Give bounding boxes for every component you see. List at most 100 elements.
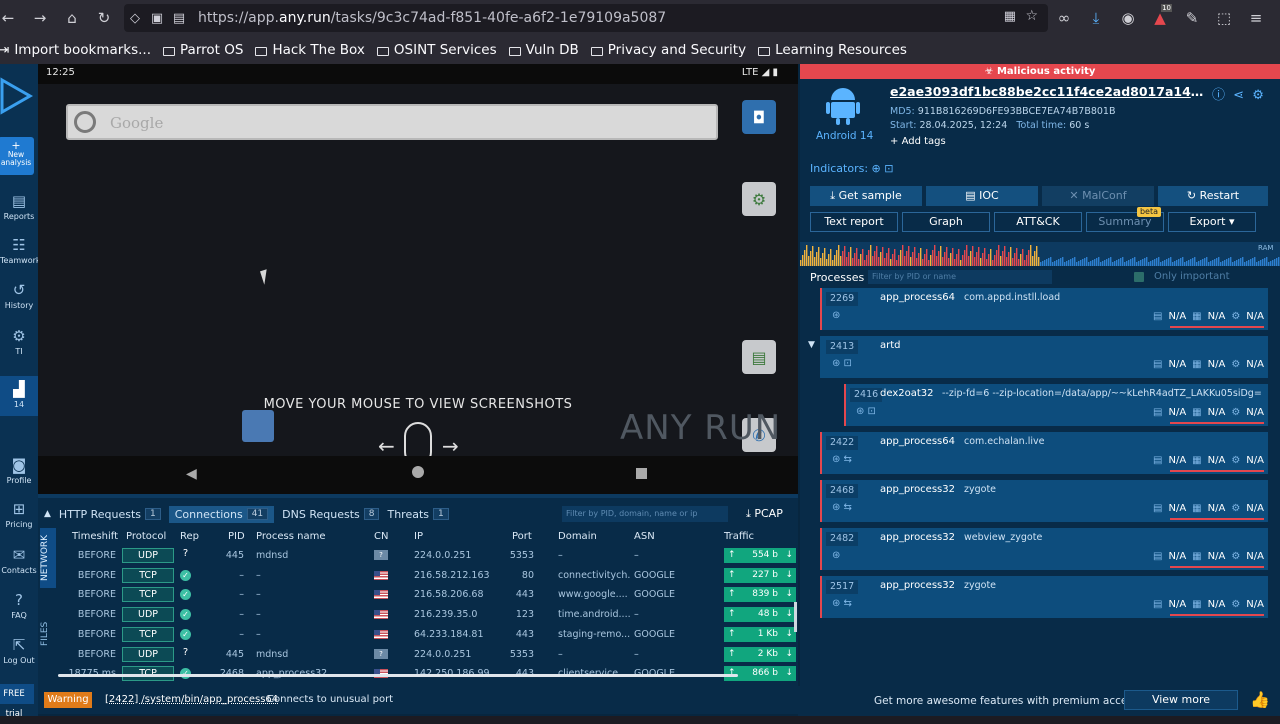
indicator-icon[interactable]: ⊕ — [872, 162, 881, 175]
process-item[interactable]: 2482 app_process32 webview_zygote ⊛ ▤ N/A ▦ N/A… — [820, 528, 1268, 570]
collapse-icon[interactable]: ▲ — [44, 509, 51, 519]
sidebar-item-profile[interactable]: ◙ Profile — [0, 456, 38, 485]
warning-process-path[interactable]: [2422] /system/bin/app_process64 — [105, 694, 278, 705]
table-row[interactable]: BEFORE TCP ✓ – – 64.233.184.81 443 staging-remo… — [58, 625, 798, 644]
nav-back-icon[interactable]: ◀ — [186, 466, 197, 482]
only-important-checkbox[interactable] — [1134, 272, 1144, 282]
bookmark-folder[interactable]: Parrot OS — [163, 42, 243, 58]
mask-icon[interactable]: ∞ — [1050, 6, 1078, 30]
process-item[interactable]: 2269 app_process64 com.appd.instll.load ⊛ ▤ N… — [820, 288, 1268, 330]
expand-triangle-icon[interactable]: ▼ — [808, 340, 815, 350]
bookmark-star-icon[interactable]: ☆ — [1025, 8, 1038, 24]
col-protocol[interactable]: Protocol — [126, 531, 166, 542]
device-screen[interactable]: 12:25 LTE ◢ ▮ Google ◘ ⚙ ▤ ✆ ANY RUN MOV… — [38, 64, 798, 494]
table-row[interactable]: BEFORE TCP ✓ – – 216.58.206.68 443 www.google..… — [58, 585, 798, 604]
table-row[interactable]: BEFORE UDP? 445 mdnsd? 224.0.0.251 5353 – – ↑ 554… — [58, 546, 798, 565]
col-traffic[interactable]: Traffic — [724, 531, 754, 542]
col-asn[interactable]: ASN — [634, 531, 655, 542]
gallery-icon[interactable] — [242, 410, 274, 442]
text-report-button[interactable]: Text report — [810, 212, 898, 232]
share-icon[interactable]: ⋖ — [1233, 88, 1244, 103]
anyrun-logo[interactable] — [0, 76, 34, 116]
url-bar[interactable]: ◇ ▣ ▤ https://app.any.run/tasks/9c3c74ad… — [124, 4, 1048, 32]
side-tab-network[interactable]: NETWORK — [40, 528, 56, 588]
col-port[interactable]: Port — [512, 531, 532, 542]
process-item[interactable]: 2468 app_process32 zygote ⊛ ⇆ ▤ N/A ▦ N/A ⚙ N/A — [820, 480, 1268, 522]
sidebar-item-android[interactable]: ▟ 14 — [0, 376, 38, 416]
free-trial-button[interactable]: FREE trial — [0, 684, 34, 719]
col-timeshift[interactable]: Timeshift — [72, 531, 118, 542]
sidebar-item-teamwork[interactable]: ☷ Teamwork — [0, 236, 41, 265]
timeline-bar[interactable] — [38, 494, 798, 498]
processes-filter-input[interactable]: Filter by PID or name — [868, 270, 1052, 284]
col-pid[interactable]: PID — [228, 531, 245, 542]
restart-button[interactable]: ↻ Restart — [1158, 186, 1268, 206]
table-row[interactable]: BEFORE UDP ✓ – –216.239.35.0 123 time.android.… — [58, 605, 798, 624]
sidebar-item-logout[interactable]: ⇱ Log Out — [0, 636, 38, 665]
shield-icon[interactable]: ◇ — [124, 11, 146, 26]
tab-threats[interactable]: Threats 1 — [387, 508, 449, 521]
table-row[interactable]: BEFORE UDP? 445 mdnsd? 224.0.0.251 5353 – – ↑ 2 K… — [58, 645, 798, 664]
add-tags-button[interactable]: + Add tags — [890, 136, 946, 147]
prev-screenshot-icon[interactable]: ← — [378, 434, 395, 458]
bookmark-folder[interactable]: Hack The Box — [255, 42, 365, 58]
table-scrollbar[interactable] — [794, 602, 797, 632]
bookmark-folder[interactable]: Learning Resources — [758, 42, 907, 58]
menu-icon[interactable]: ≡ — [1242, 6, 1270, 30]
graph-button[interactable]: Graph — [902, 212, 990, 232]
new-analysis-button[interactable]: + New analysis — [0, 137, 34, 175]
tab-connections[interactable]: Connections 41 — [168, 505, 275, 523]
reload-icon[interactable]: ↻ — [88, 4, 120, 32]
bookmark-import[interactable]: ⇥ Import bookmarks... — [0, 42, 151, 58]
download-icon[interactable]: ⤓ — [1082, 6, 1110, 30]
settings-icon[interactable]: ⚙ — [1252, 88, 1264, 103]
get-sample-button[interactable]: ⤓ Get sample — [810, 186, 922, 206]
col-process-name[interactable]: Process name — [256, 531, 325, 542]
malconf-button[interactable]: ✕ MalConf — [1042, 186, 1154, 206]
sidebar-item-ti[interactable]: ⚙ TI — [0, 327, 38, 356]
android-app-icon[interactable]: ⚙ — [742, 182, 776, 216]
sidebar-item-history[interactable]: ↺ History — [0, 281, 38, 310]
store-icon[interactable]: ▤ — [742, 340, 776, 374]
back-icon[interactable]: ← — [0, 4, 24, 32]
sidebar-item-faq[interactable]: ? FAQ — [0, 591, 38, 620]
activity-graph[interactable] — [800, 242, 1280, 266]
process-item[interactable]: 2422 app_process64 com.echalan.live ⊛ ⇆ ▤ N/A… — [820, 432, 1268, 474]
connections-filter-input[interactable]: Filter by PID, domain, name or ip — [562, 506, 728, 522]
col-cn[interactable]: CN — [374, 531, 388, 542]
nav-home-icon[interactable] — [412, 466, 424, 478]
account-icon[interactable]: ◉ — [1114, 6, 1142, 30]
col-rep[interactable]: Rep — [180, 531, 199, 542]
process-item[interactable]: 2413 artd ⊛ ⊡ ▤ N/A ▦ N/A ⚙ N/A — [820, 336, 1268, 378]
camera-icon[interactable]: ◘ — [742, 100, 776, 134]
col-ip[interactable]: IP — [414, 531, 423, 542]
process-item[interactable]: 2517 app_process32 zygote ⊛ ⇆ ▤ N/A ▦ N/A ⚙ N/A — [820, 576, 1268, 618]
extension-icon[interactable]: ▲ 10 — [1146, 4, 1174, 30]
extensions-icon[interactable]: ⬚ — [1210, 6, 1238, 30]
sidebar-item-contacts[interactable]: ✉ Contacts — [0, 546, 38, 575]
lock-icon[interactable]: ▣ — [146, 11, 168, 26]
warning-badge[interactable]: Warning — [44, 692, 92, 708]
bookmark-folder[interactable]: Privacy and Security — [590, 42, 746, 58]
wrench-icon[interactable]: ✎ — [1178, 6, 1206, 30]
attck-button[interactable]: ATT&CK — [994, 212, 1082, 232]
table-row[interactable]: BEFORE TCP ✓ – – 216.58.212.163 80 connectivity… — [58, 566, 798, 585]
home-icon[interactable]: ⌂ — [56, 4, 88, 32]
reader-icon[interactable]: ▦ — [1004, 9, 1016, 24]
export-button[interactable]: Export ▾ — [1168, 212, 1256, 232]
indicator-icon[interactable]: ⊡ — [884, 162, 893, 175]
forward-icon[interactable]: → — [24, 4, 56, 32]
view-more-button[interactable]: View more — [1124, 690, 1238, 710]
bookmark-folder[interactable]: OSINT Services — [376, 42, 497, 58]
pcap-download-button[interactable]: ⤓ PCAP — [746, 507, 783, 521]
horizontal-scrollbar[interactable] — [58, 674, 738, 677]
sample-hash[interactable]: e2ae3093df1bc88be2cc11f4ce2ad8017a14edf4… — [890, 84, 1208, 99]
sidebar-item-pricing[interactable]: ⊞ Pricing — [0, 500, 38, 529]
summary-button[interactable]: Summary beta — [1086, 207, 1164, 232]
url-text[interactable]: https://app.any.run/tasks/9c3c74ad-f851-… — [198, 10, 666, 26]
google-search-widget[interactable]: Google — [66, 104, 718, 140]
next-screenshot-icon[interactable]: → — [442, 434, 459, 458]
info-icon[interactable]: ⓘ — [1212, 88, 1225, 103]
tab-dns-requests[interactable]: DNS Requests 8 — [282, 508, 380, 521]
bookmark-folder[interactable]: Vuln DB — [508, 42, 579, 58]
